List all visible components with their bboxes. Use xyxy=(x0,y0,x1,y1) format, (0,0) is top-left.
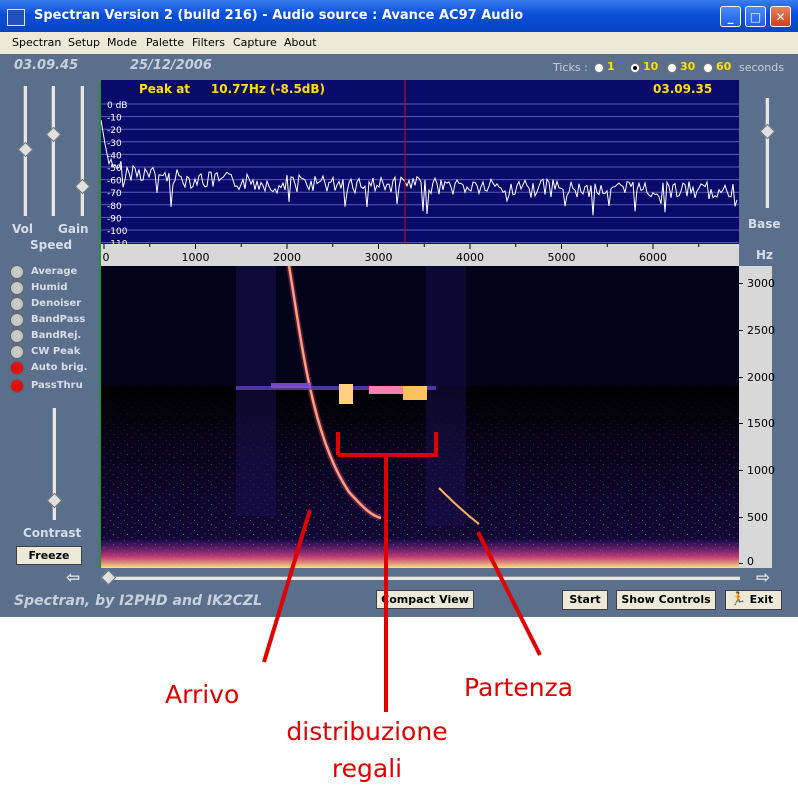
partenza-pointer xyxy=(476,531,542,656)
arrivo-annotation: Arrivo xyxy=(165,680,240,709)
arrivo-pointer xyxy=(262,509,312,663)
distribuzione-bracket xyxy=(336,432,438,457)
annotation-overlay xyxy=(262,432,542,712)
distribuzione-annotation: distribuzione xyxy=(286,717,448,746)
partenza-annotation: Partenza xyxy=(464,673,574,702)
regali-annotation: regali xyxy=(331,754,403,783)
